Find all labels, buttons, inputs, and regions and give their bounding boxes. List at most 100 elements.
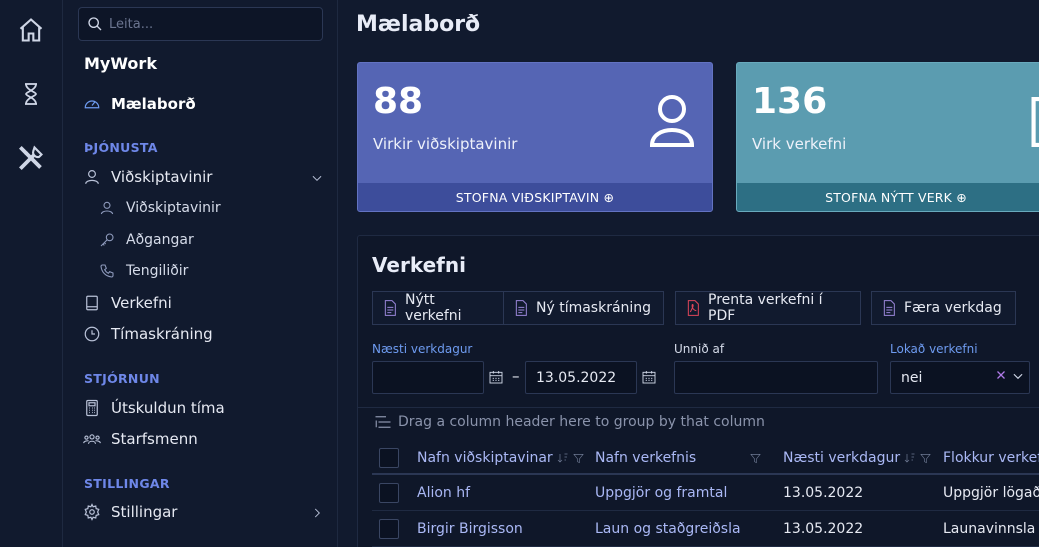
chevron-down-icon[interactable] bbox=[310, 170, 324, 189]
document-icon bbox=[383, 300, 397, 316]
sidebar-item-staff[interactable]: Starfsmenn bbox=[83, 428, 198, 450]
group-icon bbox=[375, 416, 391, 428]
pdf-icon bbox=[686, 300, 700, 316]
sidebar-item-label: Mælaborð bbox=[111, 95, 196, 113]
page-title: Mælaborð bbox=[356, 12, 481, 37]
app-title: MyWork bbox=[84, 54, 157, 73]
filter-label-closed: Lokað verkefni bbox=[890, 342, 978, 356]
column-label: Næsti verkdagur bbox=[783, 450, 901, 466]
stat-value: 136 bbox=[752, 81, 828, 122]
cell-project[interactable]: Uppgjör og framtal bbox=[595, 485, 727, 501]
column-header-customer[interactable]: Nafn viðskiptavinar bbox=[417, 450, 584, 466]
filter-label-next-workday: Næsti verkdagur bbox=[372, 342, 473, 356]
create-customer-button[interactable]: STOFNA VIÐSKIPTAVIN ⊕ bbox=[358, 183, 712, 211]
row-checkbox[interactable] bbox=[379, 483, 399, 503]
section-management: STJÓRNUN bbox=[84, 371, 160, 386]
group-hint-text: Drag a column header here to group by th… bbox=[398, 414, 765, 430]
cell-project[interactable]: Laun og staðgreiðsla bbox=[595, 521, 741, 537]
print-pdf-button[interactable]: Prenta verkefni í PDF bbox=[675, 291, 861, 325]
new-project-button[interactable]: Nýtt verkefni bbox=[372, 291, 504, 325]
sidebar-item-dashboard[interactable]: Mælaborð bbox=[83, 93, 196, 115]
column-header-project[interactable]: Nafn verkefnis bbox=[595, 450, 761, 466]
column-label: Nafn verkefnis bbox=[595, 450, 697, 466]
sidebar-item-projects[interactable]: Verkefni bbox=[83, 292, 172, 314]
user-icon bbox=[98, 199, 116, 217]
search-box[interactable] bbox=[78, 7, 323, 41]
hourglass-icon[interactable] bbox=[14, 77, 48, 111]
column-header-next-workday[interactable]: Næsti verkdagur bbox=[783, 450, 931, 466]
chevron-right-icon[interactable] bbox=[310, 505, 324, 524]
sort-icon[interactable] bbox=[557, 452, 569, 464]
gear-icon bbox=[83, 503, 101, 521]
panel-title: Verkefni bbox=[372, 253, 466, 277]
button-label: Nýtt verkefni bbox=[405, 292, 462, 324]
row-checkbox[interactable] bbox=[379, 519, 399, 539]
document-icon bbox=[514, 300, 528, 316]
new-time-registration-button[interactable]: Ný tímaskráning bbox=[503, 291, 664, 325]
closed-select[interactable]: nei bbox=[890, 361, 1030, 394]
button-label: Prenta verkefni í PDF bbox=[708, 292, 823, 324]
move-workday-button[interactable]: Færa verkdag bbox=[871, 291, 1016, 325]
create-project-button[interactable]: STOFNA NÝTT VERK ⊕ bbox=[737, 183, 1039, 211]
column-header-category[interactable]: Flokkur verkef bbox=[943, 450, 1039, 466]
tools-icon[interactable] bbox=[14, 141, 48, 175]
search-input[interactable] bbox=[109, 16, 309, 32]
sidebar-item-label: Verkefni bbox=[111, 294, 172, 312]
cell-customer[interactable]: Alion hf bbox=[417, 485, 470, 501]
date-to-input[interactable] bbox=[525, 361, 637, 394]
sidebar-item-access[interactable]: Aðgangar bbox=[98, 229, 194, 251]
main-content: Mælaborð 88 Virkir viðskiptavinir STOFNA… bbox=[339, 0, 1039, 547]
sidebar-item-settings[interactable]: Stillingar bbox=[83, 501, 177, 523]
divider bbox=[358, 407, 1039, 408]
users-icon bbox=[83, 430, 101, 448]
clear-icon[interactable] bbox=[995, 369, 1007, 385]
user-icon bbox=[648, 93, 696, 151]
button-label: Færa verkdag bbox=[904, 300, 1002, 316]
sidebar-item-customers[interactable]: Viðskiptavinir bbox=[98, 197, 221, 219]
date-from-input[interactable] bbox=[372, 361, 484, 394]
cell-category: Uppgjör lögaði bbox=[943, 485, 1039, 501]
filter-icon[interactable] bbox=[572, 453, 584, 464]
sidebar-item-label: Tímaskráning bbox=[111, 325, 213, 343]
sidebar-item-customers-group[interactable]: Viðskiptavinir bbox=[83, 166, 212, 188]
sort-icon[interactable] bbox=[904, 452, 916, 464]
chevron-down-icon[interactable] bbox=[1011, 369, 1025, 387]
sidebar-item-label: Tengiliðir bbox=[126, 263, 189, 279]
search-icon bbox=[88, 17, 102, 31]
select-value: nei bbox=[901, 369, 923, 386]
button-label: Ný tímaskráning bbox=[536, 300, 652, 316]
cell-next-workday: 13.05.2022 bbox=[783, 485, 864, 501]
gauge-icon bbox=[83, 95, 101, 113]
sidebar-item-label: Aðgangar bbox=[126, 232, 194, 248]
sidebar-item-time-registration[interactable]: Tímaskráning bbox=[83, 323, 213, 345]
phone-icon bbox=[98, 262, 116, 280]
filter-icon[interactable] bbox=[750, 453, 761, 464]
table-row[interactable]: Birgir Birgisson Laun og staðgreiðsla 13… bbox=[372, 511, 1039, 547]
select-all-checkbox[interactable] bbox=[379, 448, 399, 468]
calendar-icon[interactable] bbox=[488, 369, 504, 389]
sidebar-item-label: Útskuldun tíma bbox=[111, 399, 225, 417]
worked-by-input[interactable] bbox=[674, 361, 878, 394]
sidebar-item-contacts[interactable]: Tengiliðir bbox=[98, 260, 188, 282]
document-icon bbox=[1029, 97, 1039, 151]
table-header: Nafn viðskiptavinar Nafn verkefnis Næsti… bbox=[372, 441, 1039, 475]
column-label: Nafn viðskiptavinar bbox=[417, 450, 553, 466]
cell-customer[interactable]: Birgir Birgisson bbox=[417, 521, 523, 537]
sidebar: MyWork Mælaborð ÞJÓNUSTA Viðskiptavinir … bbox=[63, 0, 338, 547]
calendar-icon[interactable] bbox=[641, 369, 657, 389]
clock-icon bbox=[83, 325, 101, 343]
home-icon[interactable] bbox=[14, 13, 48, 47]
table-row[interactable]: Alion hf Uppgjör og framtal 13.05.2022 U… bbox=[372, 475, 1039, 511]
stat-label: Virk verkefni bbox=[752, 135, 847, 153]
group-panel[interactable]: Drag a column header here to group by th… bbox=[374, 414, 765, 430]
sidebar-item-label: Viðskiptavinir bbox=[126, 200, 221, 216]
date-range-separator: – bbox=[512, 367, 520, 385]
sidebar-item-label: Viðskiptavinir bbox=[111, 168, 213, 186]
column-label: Flokkur verkef bbox=[943, 450, 1039, 466]
section-settings: STILLINGAR bbox=[84, 476, 170, 491]
sidebar-item-label: Starfsmenn bbox=[111, 430, 198, 448]
filter-icon[interactable] bbox=[920, 453, 931, 464]
sidebar-item-time-owed[interactable]: Útskuldun tíma bbox=[83, 397, 225, 419]
stat-card-active-projects: 136 Virk verkefni STOFNA NÝTT VERK ⊕ bbox=[736, 62, 1039, 212]
sidebar-item-label: Stillingar bbox=[111, 503, 178, 521]
